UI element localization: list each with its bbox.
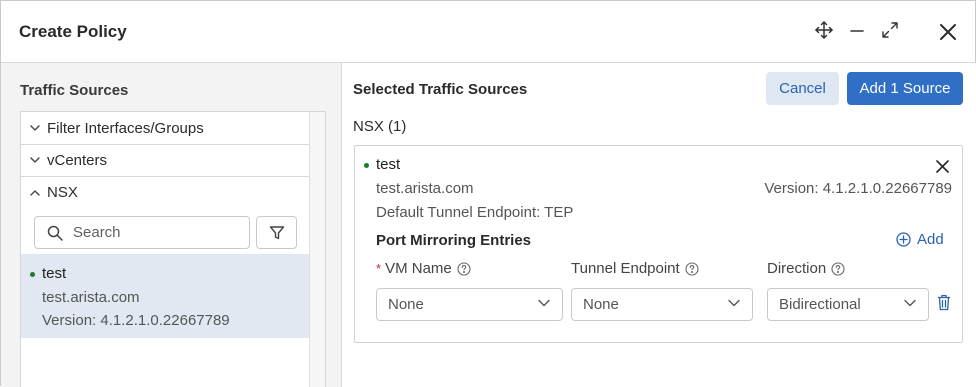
add-entry-label: Add <box>917 231 944 248</box>
filter-icon <box>269 225 285 241</box>
selected-traffic-sources-panel: Selected Traffic Sources Cancel Add 1 So… <box>342 63 976 387</box>
chevron-down-icon <box>904 299 916 307</box>
accordion-vcenters[interactable]: vCenters <box>21 144 309 177</box>
item-host: test.arista.com <box>42 289 140 306</box>
column-label: VM Name <box>385 260 452 277</box>
source-card: test test.arista.com Version: 4.1.2.1.0.… <box>354 145 963 343</box>
create-policy-dialog: Create Policy Traffic Sources Filter Int… <box>0 0 976 387</box>
select-value: None <box>583 296 619 313</box>
column-label: Direction <box>767 260 827 277</box>
dialog-header: Create Policy <box>1 1 976 63</box>
accordion-label: vCenters <box>47 151 108 169</box>
close-icon[interactable] <box>937 21 959 43</box>
column-label: Tunnel Endpoint <box>571 260 680 277</box>
direction-select[interactable]: Bidirectional <box>767 288 929 321</box>
group-count-label: NSX (1) <box>353 118 407 135</box>
tunnel-endpoint-label: Tunnel Endpoint <box>571 260 699 277</box>
remove-source-close-icon[interactable] <box>933 157 951 175</box>
plus-circle-icon <box>896 232 911 247</box>
minimize-icon[interactable] <box>847 21 867 41</box>
traffic-sources-title: Traffic Sources <box>20 82 129 99</box>
filter-button[interactable] <box>256 216 297 249</box>
tunnel-endpoint-select[interactable]: None <box>571 288 753 321</box>
required-marker: * <box>376 261 382 276</box>
add-source-button[interactable]: Add 1 Source <box>847 72 963 105</box>
help-icon[interactable] <box>457 261 471 276</box>
vm-name-label: * VM Name <box>376 260 471 277</box>
add-entry-link[interactable]: Add <box>896 231 944 248</box>
status-dot <box>364 163 369 168</box>
list-item[interactable]: test test.arista.com Version: 4.1.2.1.0.… <box>21 254 309 338</box>
chevron-down-icon <box>538 299 550 307</box>
traffic-sources-panel: Traffic Sources Filter Interfaces/Groups… <box>1 63 342 387</box>
chevron-down-icon <box>29 124 41 132</box>
search-icon <box>47 225 63 241</box>
item-version: Version: 4.1.2.1.0.22667789 <box>42 312 230 329</box>
accordion-label: NSX <box>47 184 78 201</box>
list-scrollbar[interactable] <box>309 112 325 387</box>
port-mirroring-title: Port Mirroring Entries <box>376 232 532 249</box>
chevron-up-icon <box>29 189 41 196</box>
help-icon[interactable] <box>831 261 845 276</box>
chevron-down-icon <box>728 299 740 307</box>
select-value: Bidirectional <box>779 296 861 313</box>
cancel-button[interactable]: Cancel <box>766 72 839 105</box>
move-icon[interactable] <box>813 19 835 41</box>
direction-label: Direction <box>767 260 845 277</box>
card-name: test <box>376 156 401 173</box>
card-version: Version: 4.1.2.1.0.22667789 <box>764 180 952 197</box>
card-tunnel-endpoint: Default Tunnel Endpoint: TEP <box>376 204 574 221</box>
accordion-nsx[interactable]: NSX <box>21 176 309 209</box>
select-value: None <box>388 296 424 313</box>
accordion-label: Filter Interfaces/Groups <box>47 119 204 137</box>
search-box[interactable] <box>34 216 250 249</box>
card-host: test.arista.com <box>376 180 474 197</box>
selected-sources-title: Selected Traffic Sources <box>353 81 528 98</box>
maximize-icon[interactable] <box>879 19 901 41</box>
delete-entry-trash-icon[interactable] <box>937 294 951 311</box>
accordion-filter-interfaces-groups[interactable]: Filter Interfaces/Groups <box>21 112 309 145</box>
item-name: test <box>42 265 67 282</box>
help-icon[interactable] <box>685 261 699 276</box>
chevron-down-icon <box>29 156 41 164</box>
vm-name-select[interactable]: None <box>376 288 563 321</box>
status-dot <box>30 272 35 277</box>
traffic-sources-list: Filter Interfaces/Groups vCenters NSX Se… <box>20 111 326 387</box>
dialog-title: Create Policy <box>19 22 127 41</box>
search-input[interactable] <box>73 224 233 241</box>
